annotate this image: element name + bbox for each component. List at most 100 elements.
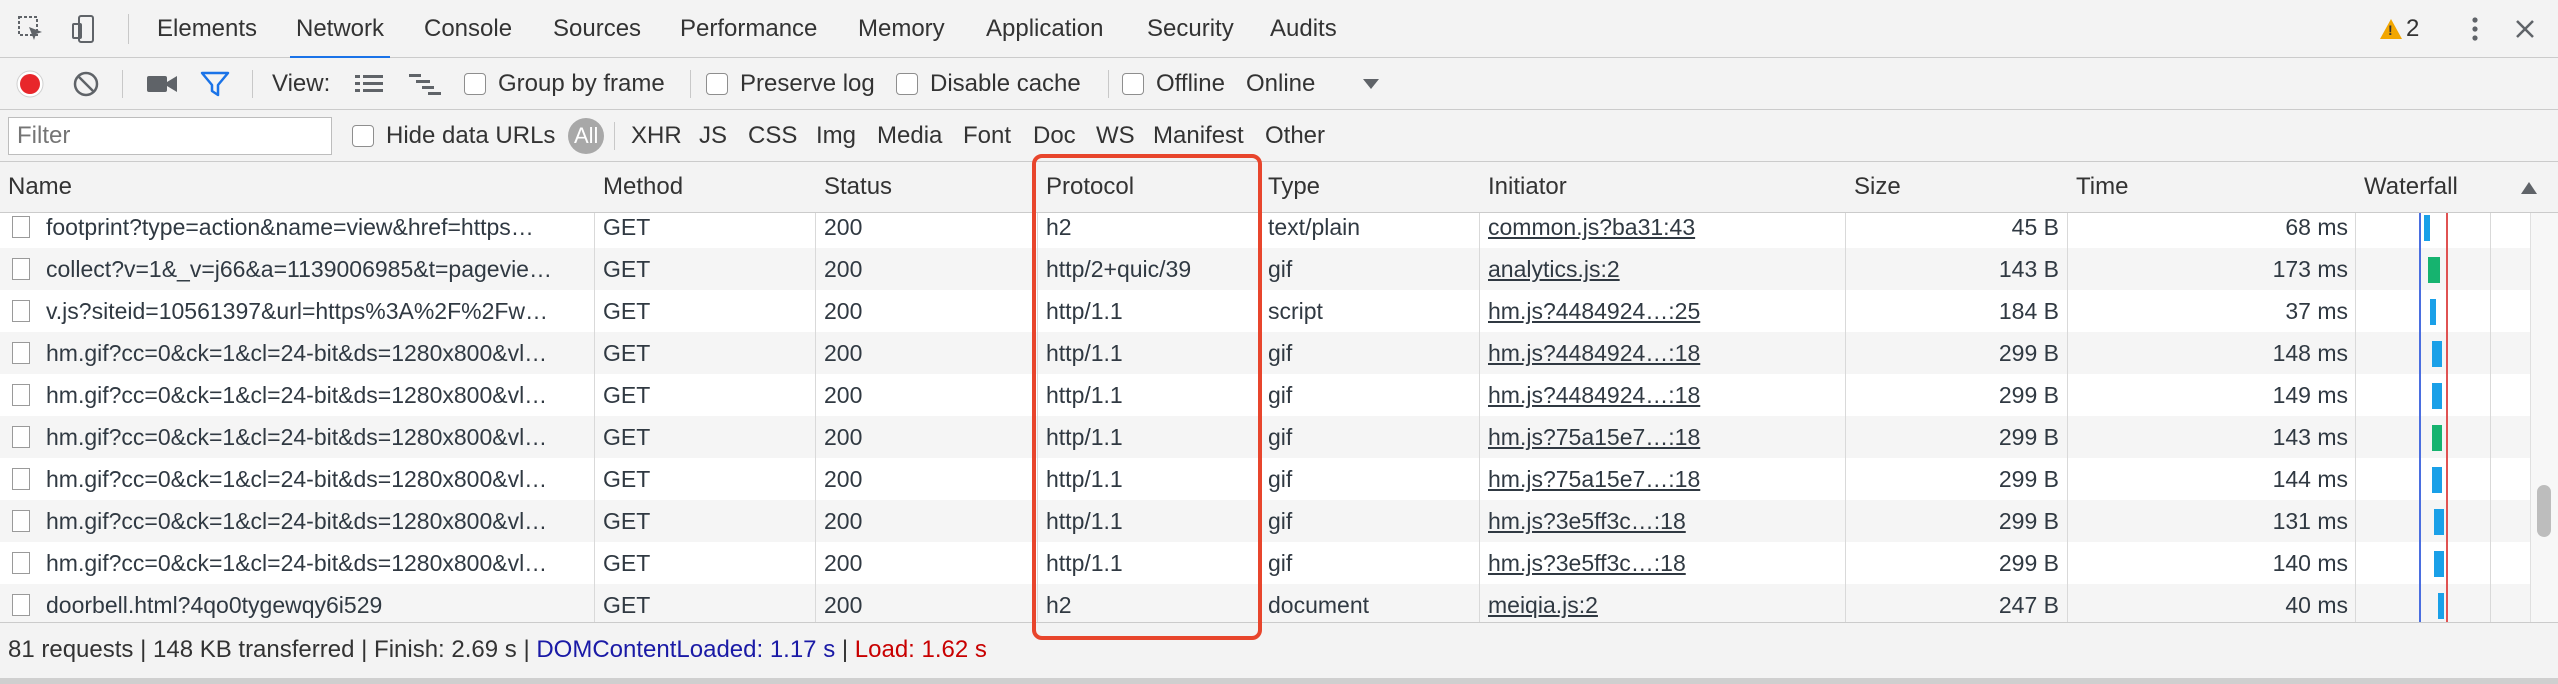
column-header-name[interactable]: Name bbox=[0, 162, 72, 212]
waterfall-bar bbox=[2432, 467, 2442, 493]
filter-type-img[interactable]: Img bbox=[816, 110, 856, 162]
cell-initiator[interactable]: hm.js?3e5ff3c…:18 bbox=[1488, 542, 1838, 584]
tab-security[interactable]: Security bbox=[1147, 0, 1234, 58]
throttling-select[interactable]: Online bbox=[1246, 58, 1381, 110]
close-icon[interactable] bbox=[2510, 14, 2540, 44]
cell-time: 144 ms bbox=[2272, 466, 2348, 492]
table-row[interactable]: hm.gif?cc=0&ck=1&cl=24-bit&ds=1280x800&v… bbox=[0, 542, 2530, 584]
group-by-frame-checkbox[interactable]: Group by frame bbox=[464, 58, 665, 110]
cell-time: 149 ms bbox=[2272, 382, 2348, 408]
view-label: View: bbox=[272, 70, 331, 97]
tab-audits[interactable]: Audits bbox=[1270, 0, 1337, 58]
hide-data-urls-checkbox[interactable]: Hide data URLs bbox=[352, 110, 555, 162]
table-row[interactable]: doorbell.html?4qo0tygewqy6i529 GET 200 h2 do… bbox=[0, 584, 2530, 626]
filter-toggle-button[interactable] bbox=[200, 58, 230, 110]
file-icon bbox=[12, 384, 30, 406]
checkbox[interactable] bbox=[464, 73, 486, 95]
throttling-value: Online bbox=[1246, 70, 1316, 97]
video-camera-icon bbox=[147, 76, 177, 92]
record-button[interactable] bbox=[15, 58, 45, 110]
cell-initiator[interactable]: hm.js?4484924…:18 bbox=[1488, 374, 1838, 416]
cell-method: GET bbox=[603, 424, 651, 450]
file-icon bbox=[12, 510, 30, 532]
sort-ascending-icon[interactable] bbox=[2520, 162, 2538, 212]
divider bbox=[128, 14, 129, 44]
tab-console[interactable]: Console bbox=[424, 0, 512, 58]
overview-button[interactable] bbox=[408, 58, 442, 110]
table-row[interactable]: v.js?siteid=10561397&url=https%3A%2F%2Fw… bbox=[0, 290, 2530, 332]
filter-type-other[interactable]: Other bbox=[1265, 110, 1325, 162]
warnings-indicator[interactable]: 2 bbox=[2380, 14, 2419, 44]
offline-checkbox[interactable]: Offline bbox=[1122, 58, 1225, 110]
table-row[interactable]: hm.gif?cc=0&ck=1&cl=24-bit&ds=1280x800&v… bbox=[0, 500, 2530, 542]
cell-initiator[interactable]: analytics.js:2 bbox=[1488, 248, 1838, 290]
checkbox[interactable] bbox=[896, 73, 918, 95]
offline-label: Offline bbox=[1156, 70, 1225, 97]
checkbox[interactable] bbox=[352, 125, 374, 147]
file-icon bbox=[12, 426, 30, 448]
cell-protocol: http/1.1 bbox=[1046, 340, 1123, 366]
column-header-status[interactable]: Status bbox=[816, 162, 892, 212]
column-header-method[interactable]: Method bbox=[595, 162, 683, 212]
column-header-initiator[interactable]: Initiator bbox=[1480, 162, 1567, 212]
filter-input[interactable] bbox=[8, 117, 332, 155]
filter-type-font[interactable]: Font bbox=[963, 110, 1011, 162]
hide-data-urls-label: Hide data URLs bbox=[386, 122, 556, 149]
tab-application[interactable]: Application bbox=[986, 0, 1103, 58]
cell-type: gif bbox=[1268, 466, 1293, 492]
tab-memory[interactable]: Memory bbox=[858, 0, 945, 58]
table-row[interactable]: hm.gif?cc=0&ck=1&cl=24-bit&ds=1280x800&v… bbox=[0, 332, 2530, 374]
inspect-element-icon[interactable] bbox=[16, 14, 46, 44]
scrollbar-thumb[interactable] bbox=[2537, 485, 2551, 537]
cell-name: hm.gif?cc=0&ck=1&cl=24-bit&ds=1280x800&v… bbox=[46, 466, 548, 492]
cell-method: GET bbox=[603, 508, 651, 534]
clear-button[interactable] bbox=[72, 58, 100, 110]
cell-status: 200 bbox=[824, 466, 863, 492]
more-options-icon[interactable] bbox=[2460, 14, 2490, 44]
filter-type-css[interactable]: CSS bbox=[748, 110, 797, 162]
cell-protocol: http/1.1 bbox=[1046, 550, 1123, 576]
cell-protocol: http/1.1 bbox=[1046, 424, 1123, 450]
device-toolbar-icon[interactable] bbox=[70, 14, 100, 44]
cell-initiator[interactable]: hm.js?4484924…:18 bbox=[1488, 332, 1838, 374]
tab-performance[interactable]: Performance bbox=[680, 0, 817, 58]
checkbox[interactable] bbox=[706, 73, 728, 95]
column-header-size[interactable]: Size bbox=[1846, 162, 1901, 212]
cell-type: script bbox=[1268, 298, 1323, 324]
column-header-waterfall[interactable]: Waterfall bbox=[2356, 162, 2458, 212]
cell-method: GET bbox=[603, 550, 651, 576]
column-header-protocol[interactable]: Protocol bbox=[1038, 162, 1134, 212]
preserve-log-checkbox[interactable]: Preserve log bbox=[706, 58, 875, 110]
file-icon bbox=[12, 342, 30, 364]
capture-screenshots-button[interactable] bbox=[146, 58, 178, 110]
cell-size: 247 B bbox=[1998, 592, 2059, 618]
table-row[interactable]: hm.gif?cc=0&ck=1&cl=24-bit&ds=1280x800&v… bbox=[0, 416, 2530, 458]
filter-type-doc[interactable]: Doc bbox=[1033, 110, 1076, 162]
filter-type-ws[interactable]: WS bbox=[1096, 110, 1135, 162]
filter-icon bbox=[200, 71, 230, 97]
cell-initiator[interactable]: meiqia.js:2 bbox=[1488, 584, 1838, 626]
cell-initiator[interactable]: hm.js?3e5ff3c…:18 bbox=[1488, 500, 1838, 542]
filter-type-manifest[interactable]: Manifest bbox=[1153, 110, 1244, 162]
vertical-scrollbar[interactable] bbox=[2530, 213, 2558, 622]
tab-elements[interactable]: Elements bbox=[157, 0, 257, 58]
tab-sources[interactable]: Sources bbox=[553, 0, 641, 58]
table-row[interactable]: hm.gif?cc=0&ck=1&cl=24-bit&ds=1280x800&v… bbox=[0, 374, 2530, 416]
table-row[interactable]: hm.gif?cc=0&ck=1&cl=24-bit&ds=1280x800&v… bbox=[0, 458, 2530, 500]
tab-network[interactable]: Network bbox=[289, 0, 391, 59]
checkbox[interactable] bbox=[1122, 73, 1144, 95]
column-header-time[interactable]: Time bbox=[2068, 162, 2128, 212]
filter-type-all[interactable]: All bbox=[568, 118, 605, 154]
cell-initiator[interactable]: hm.js?75a15e7…:18 bbox=[1488, 458, 1838, 500]
cell-initiator[interactable]: hm.js?4484924…:25 bbox=[1488, 290, 1838, 332]
table-row[interactable]: collect?v=1&_v=j66&a=1139006985&t=pagevi… bbox=[0, 248, 2530, 290]
filter-type-media[interactable]: Media bbox=[877, 110, 942, 162]
filter-type-js[interactable]: JS bbox=[699, 110, 727, 162]
disable-cache-label: Disable cache bbox=[930, 70, 1081, 97]
cell-initiator[interactable]: hm.js?75a15e7…:18 bbox=[1488, 416, 1838, 458]
cell-status: 200 bbox=[824, 382, 863, 408]
disable-cache-checkbox[interactable]: Disable cache bbox=[896, 58, 1081, 110]
large-rows-button[interactable] bbox=[354, 58, 384, 110]
filter-type-xhr[interactable]: XHR bbox=[631, 110, 682, 162]
column-header-type[interactable]: Type bbox=[1260, 162, 1320, 212]
